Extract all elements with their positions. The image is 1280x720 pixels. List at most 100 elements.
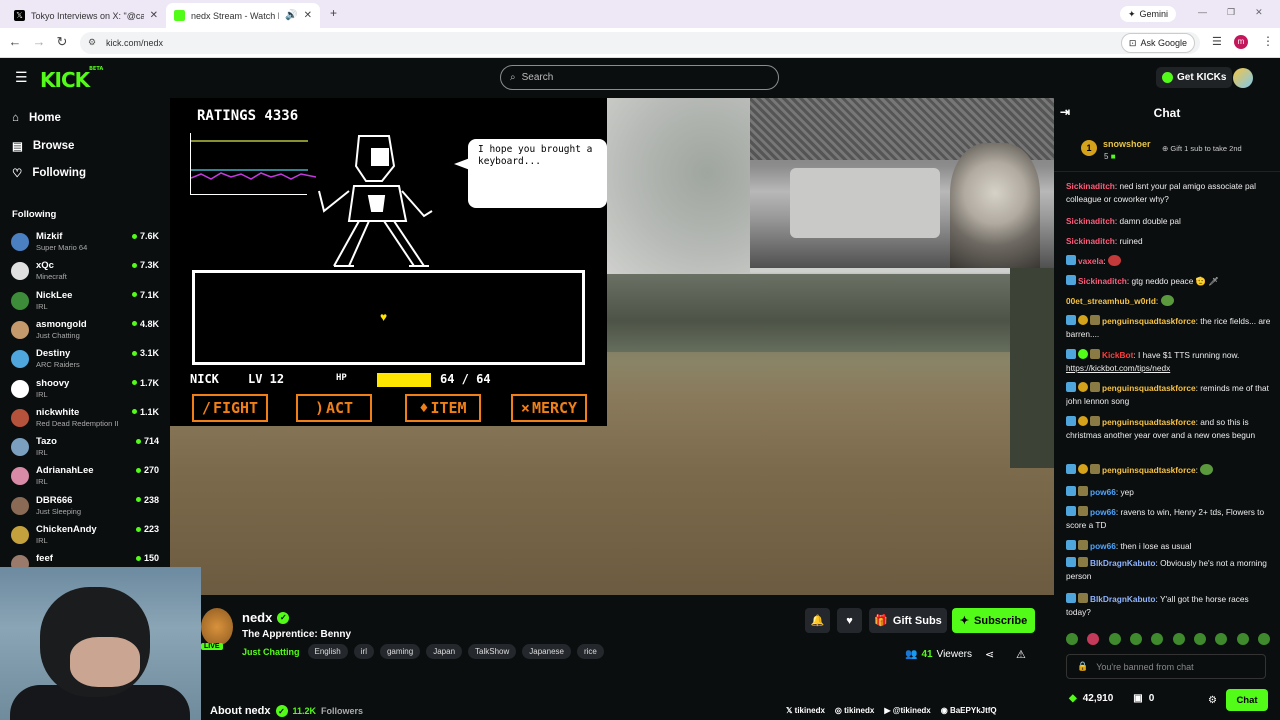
chat-username[interactable]: penguinsquadtaskforce (1102, 316, 1196, 326)
get-kicks-button[interactable]: Get KICKs (1156, 67, 1233, 88)
close-tab-icon[interactable]: ✕ (304, 10, 312, 21)
emote-icon[interactable] (1087, 633, 1100, 645)
following-channel[interactable]: ChickenAndy IRL 223 (11, 522, 163, 551)
minimize-icon[interactable]: — (1198, 7, 1207, 18)
reload-icon[interactable]: ↻ (53, 34, 71, 50)
following-channel[interactable]: AdrianahLee IRL 270 (11, 463, 163, 492)
chat-username[interactable]: BlkDragnKabuto (1090, 594, 1155, 604)
extensions-icon[interactable]: ☰ (1212, 35, 1222, 48)
following-channel[interactable]: Destiny ARC Raiders 3.1K (11, 346, 163, 375)
site-info-icon[interactable]: ⚙ (88, 37, 96, 48)
chat-message: penguinsquadtaskforce: the rice fields..… (1066, 315, 1271, 339)
verified-icon: ✓ (275, 705, 288, 717)
collapse-chat-icon[interactable]: ⇥ (1060, 105, 1070, 119)
stream-tag[interactable]: rice (576, 644, 604, 659)
ask-google-button[interactable]: ⊡ Ask Google (1120, 33, 1195, 53)
chat-username[interactable]: Sickinaditch (1066, 181, 1115, 191)
stream-tag[interactable]: Japan (426, 644, 463, 659)
stream-tag[interactable]: Japanese (522, 644, 571, 659)
social-youtube[interactable]: ▶ @tikinedx (884, 706, 930, 715)
emote-icon[interactable] (1236, 633, 1249, 645)
emote-icon[interactable] (1129, 633, 1142, 645)
chat-username[interactable]: penguinsquadtaskforce (1102, 417, 1196, 427)
nav-browse[interactable]: ▤ Browse (12, 139, 74, 153)
emote-icon[interactable] (1066, 633, 1078, 645)
forward-icon[interactable]: → (30, 34, 48, 49)
chat-username[interactable]: penguinsquadtaskforce (1102, 383, 1196, 393)
report-icon[interactable]: ⚠ (1016, 648, 1026, 661)
address-bar[interactable]: ⚙ kick.com/nedx ☆ (80, 32, 1200, 54)
video-player[interactable]: RATINGS 4336 I hope you brought a keyboa… (170, 98, 1054, 595)
pinned-gifter: 1 snowshoer 5 ■ ⊕ Gift 1 sub to take 2nd (1054, 130, 1280, 172)
search-input[interactable]: ⌕ Search (500, 65, 779, 90)
following-channel[interactable]: asmongold Just Chatting 4.8K (11, 317, 163, 346)
category-link[interactable]: Just Chatting (242, 647, 300, 657)
stream-tag[interactable]: TalkShow (468, 644, 517, 659)
social-instagram[interactable]: ◎ tikinedx (835, 706, 874, 715)
chat-username[interactable]: penguinsquadtaskforce (1102, 465, 1196, 475)
chat-settings-icon[interactable]: ⚙ (1208, 695, 1217, 706)
chat-username[interactable]: Sickinaditch (1078, 276, 1127, 286)
following-channel[interactable]: nickwhite Red Dead Redemption II 1.1K (11, 405, 163, 434)
channel-avatar (11, 526, 29, 544)
chat-username[interactable]: KickBot (1102, 350, 1133, 360)
gift-prompt[interactable]: ⊕ Gift 1 sub to take 2nd (1162, 144, 1242, 153)
channel-name-text: nedx (242, 610, 273, 625)
follow-heart-button[interactable]: ♥ (837, 608, 862, 633)
channel-name[interactable]: nedx ✓ (242, 610, 290, 625)
speaker-icon[interactable]: 🔊 (285, 10, 297, 21)
chat-username[interactable]: Sickinaditch (1066, 236, 1115, 246)
notification-bell-button[interactable]: 🔔 (805, 608, 830, 633)
item-button: ♦ ITEM (405, 394, 481, 422)
restore-icon[interactable]: ❐ (1227, 7, 1235, 18)
user-avatar[interactable] (1233, 68, 1253, 88)
profile-avatar[interactable]: m (1234, 35, 1248, 49)
following-channel[interactable]: Tazo IRL 714 (11, 434, 163, 463)
gifter-name[interactable]: snowshoer (1103, 139, 1151, 149)
hamburger-menu-icon[interactable]: ☰ (15, 69, 28, 86)
menu-dots-icon[interactable]: ⋮ (1262, 34, 1274, 48)
following-channel[interactable]: Mizkif Super Mario 64 7.6K (11, 229, 163, 258)
social-x[interactable]: 𝕏 tikinedx (786, 706, 825, 715)
stream-tag[interactable]: irl (353, 644, 374, 659)
nav-following[interactable]: ♡ Following (12, 166, 86, 180)
gift-subs-button[interactable]: 🎁 Gift Subs (869, 608, 947, 633)
browser-tab[interactable]: 𝕏 Tokyo Interviews on X: "@calli ✕ (6, 3, 166, 28)
chat-username[interactable]: Sickinaditch (1066, 216, 1115, 226)
back-icon[interactable]: ← (6, 34, 24, 49)
nav-home[interactable]: ⌂ Home (12, 112, 61, 124)
emote-icon[interactable] (1151, 633, 1164, 645)
stream-tag[interactable]: English (307, 644, 348, 659)
close-window-icon[interactable]: ✕ (1255, 7, 1263, 18)
social-discord[interactable]: ◉ BaEPYkJtfQ (941, 706, 997, 715)
subscribe-button[interactable]: ✦ Subscribe (952, 608, 1035, 633)
gemini-button[interactable]: ✦ Gemini (1120, 6, 1177, 22)
following-channel[interactable]: DBR666 Just Sleeping 238 (11, 493, 163, 522)
chat-username[interactable]: pow66 (1090, 507, 1116, 517)
following-section-title: Following (12, 209, 57, 220)
chat-username[interactable]: pow66 (1090, 541, 1116, 551)
channel-avatar[interactable] (201, 608, 233, 646)
chat-link[interactable]: https://kickbot.com/tips/nedx (1066, 363, 1170, 373)
chat-username[interactable]: 00et_streamhub_w0rld (1066, 296, 1156, 306)
chat-send-button[interactable]: Chat (1226, 689, 1268, 711)
following-channel[interactable]: xQc Minecraft 7.3K (11, 258, 163, 287)
following-channel[interactable]: shoovy IRL 1.7K (11, 376, 163, 405)
chat-username[interactable]: BlkDragnKabuto (1090, 558, 1155, 568)
beta-badge: BETA (89, 66, 104, 73)
emote-icon[interactable] (1257, 633, 1270, 645)
emote-icon[interactable] (1108, 633, 1121, 645)
gift-prompt-text: Gift 1 sub to take 2nd (1170, 144, 1242, 153)
following-channel[interactable]: NickLee IRL 7.1K (11, 288, 163, 317)
stream-tag[interactable]: gaming (379, 644, 421, 659)
kick-logo[interactable]: KICKBETA (40, 66, 104, 92)
close-tab-icon[interactable]: ✕ (150, 10, 158, 21)
emote-icon[interactable] (1193, 633, 1206, 645)
emote-icon[interactable] (1215, 633, 1228, 645)
chat-username[interactable]: pow66 (1090, 487, 1116, 497)
new-tab-button[interactable]: + (330, 6, 337, 20)
share-icon[interactable]: ⋖ (985, 648, 994, 661)
emote-icon[interactable] (1172, 633, 1185, 645)
browser-tab-active[interactable]: nedx Stream - Watch Live o 🔊 ✕ (166, 3, 320, 28)
chat-username[interactable]: vaxela (1078, 256, 1103, 266)
